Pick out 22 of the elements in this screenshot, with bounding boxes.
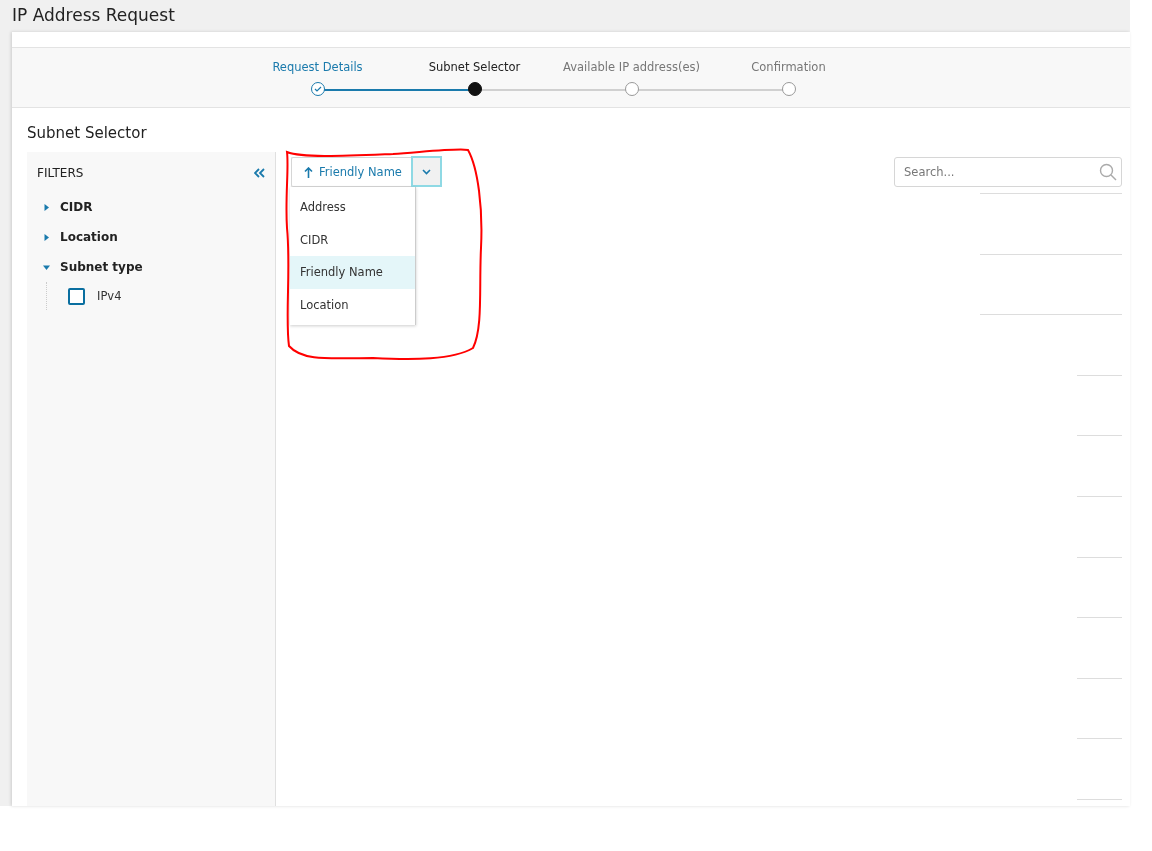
checkbox-label: IPv4 — [97, 289, 122, 303]
step-label[interactable]: Confirmation — [751, 60, 826, 82]
section-title: Subnet Selector — [27, 124, 148, 142]
page-title: IP Address Request — [11, 4, 176, 27]
step-label[interactable]: Available IP address(es) — [563, 60, 700, 82]
menu-item[interactable]: Location — [290, 288, 415, 321]
menu-item[interactable]: CIDR — [290, 223, 415, 256]
dropdown-toggle[interactable] — [410, 156, 442, 187]
search-field[interactable]: Search... — [894, 157, 1122, 187]
step-label[interactable]: Subnet Selector — [428, 60, 521, 82]
menu-item[interactable]: Friendly Name — [290, 256, 415, 289]
checkbox[interactable] — [68, 287, 85, 305]
filter-group[interactable]: Subnet type — [37, 252, 265, 282]
step-label[interactable]: Request Details — [272, 60, 363, 82]
chevron-down-icon — [421, 168, 431, 175]
collapse-icon[interactable] — [254, 168, 265, 178]
sort-button[interactable]: Friendly Name — [291, 157, 411, 187]
filter-group[interactable]: CIDR — [37, 192, 265, 222]
filter-group[interactable]: Location — [37, 222, 265, 252]
menu-item[interactable]: Address — [290, 191, 415, 224]
filters-title: FILTERS — [37, 166, 84, 180]
search-icon — [1099, 163, 1117, 181]
